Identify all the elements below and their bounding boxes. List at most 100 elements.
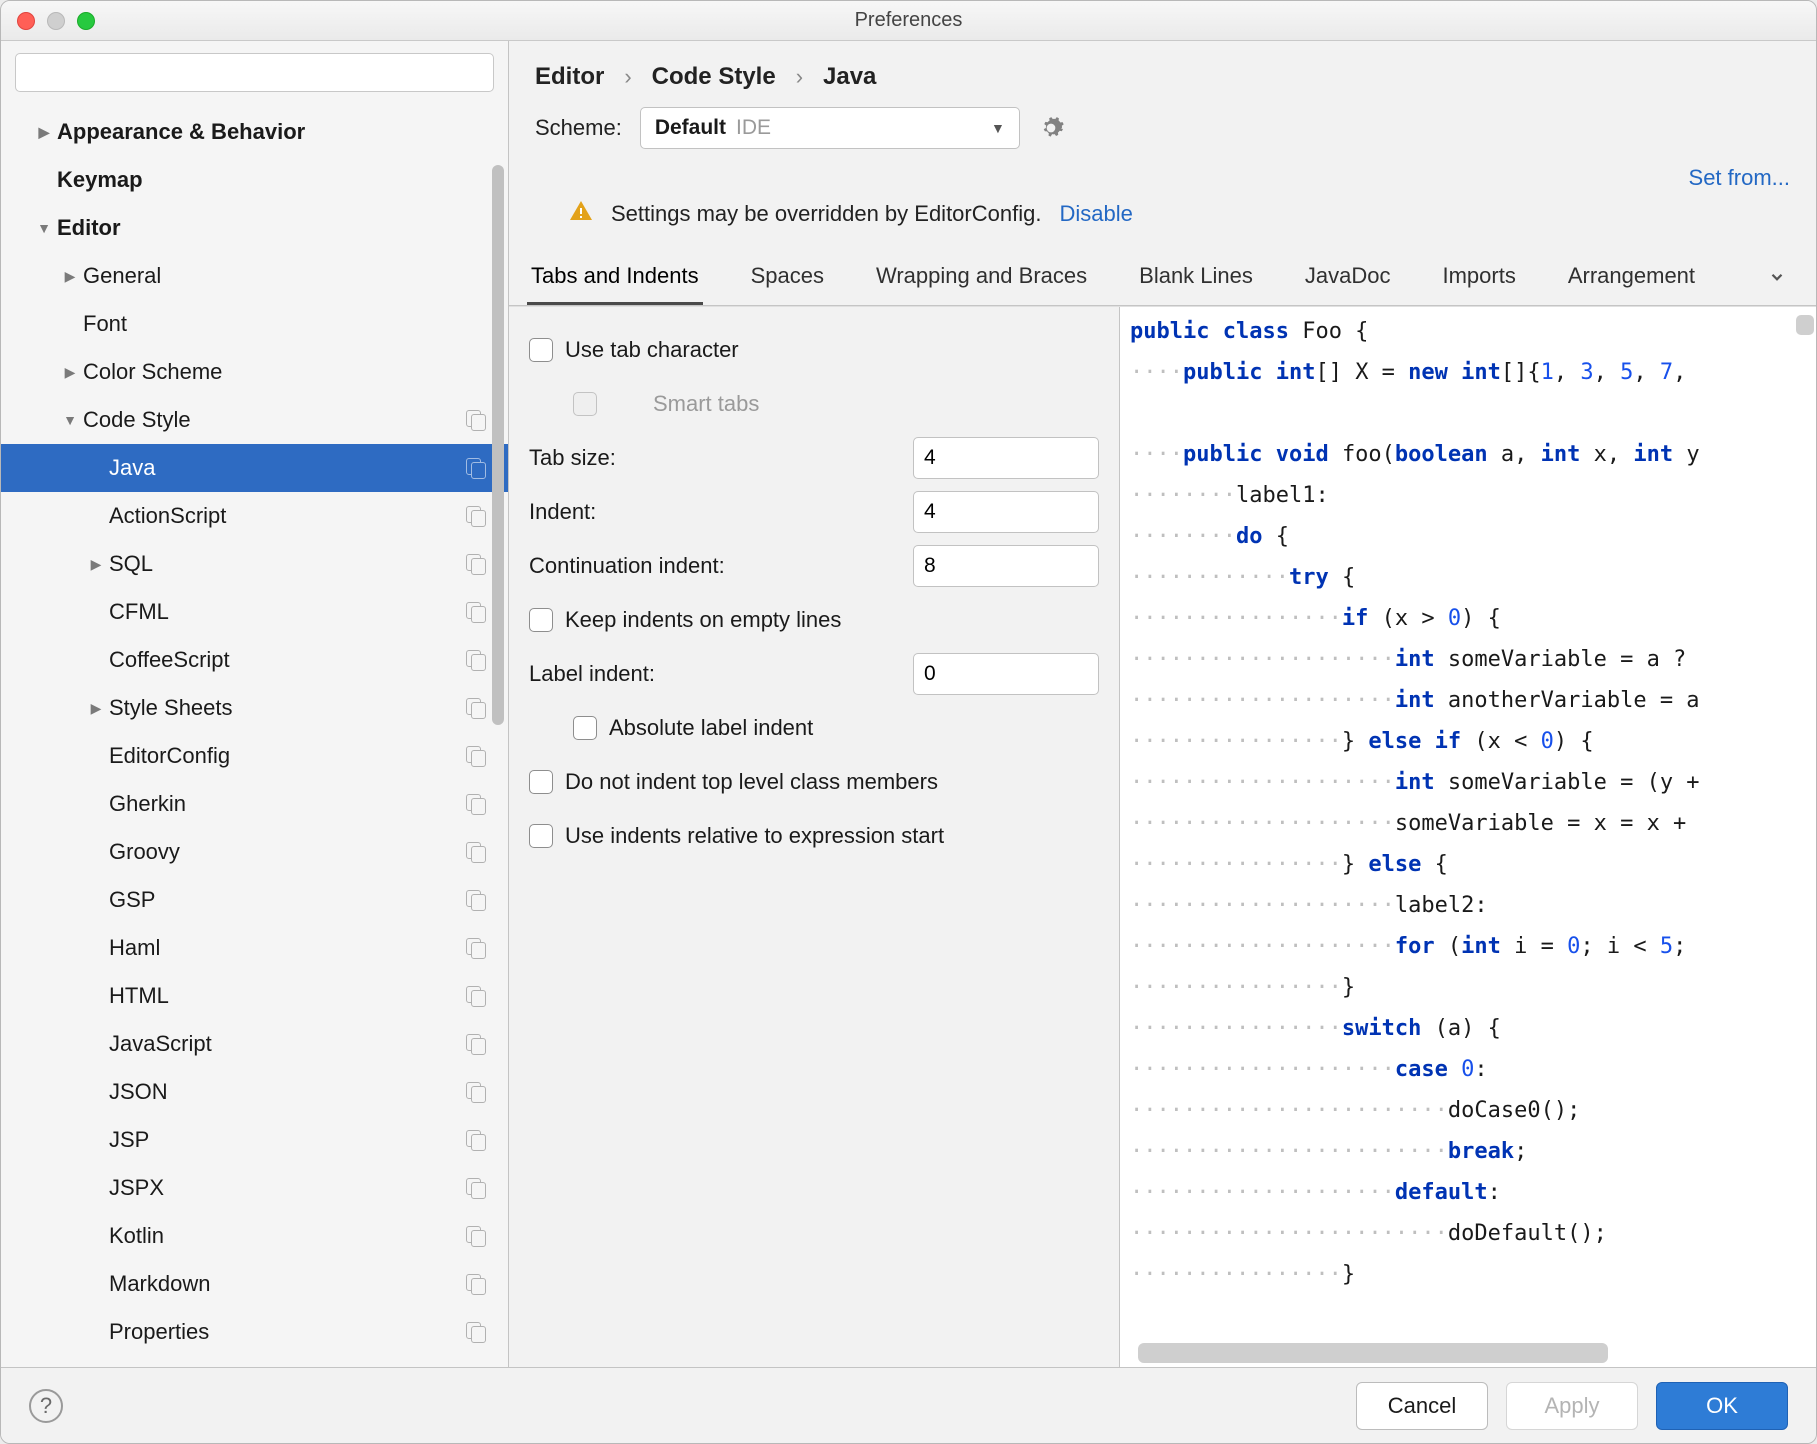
cancel-button[interactable]: Cancel [1356, 1382, 1488, 1430]
sidebar-item-json[interactable]: JSON [1, 1068, 508, 1116]
sidebar-item-javascript[interactable]: JavaScript [1, 1020, 508, 1068]
indent-input[interactable] [913, 491, 1099, 533]
chevron-right-icon: › [796, 64, 803, 90]
sidebar-item-label: Color Scheme [83, 359, 222, 385]
sidebar-item-markdown[interactable]: Markdown [1, 1260, 508, 1308]
sidebar-item-label: Font [83, 311, 127, 337]
sidebar-item-actionscript[interactable]: ActionScript [1, 492, 508, 540]
copy-icon [466, 890, 486, 910]
tab-wrapping-and-braces[interactable]: Wrapping and Braces [872, 249, 1091, 305]
sidebar-item-editor[interactable]: ▼Editor [1, 204, 508, 252]
indents-relative-expression-checkbox[interactable] [529, 824, 553, 848]
warning-disable-link[interactable]: Disable [1059, 201, 1132, 227]
preview-horizontal-scrollbar[interactable] [1138, 1343, 1608, 1363]
use-tab-character-label: Use tab character [565, 337, 1099, 363]
indent-label: Indent: [529, 499, 901, 525]
chevron-down-icon: ▼ [57, 412, 83, 428]
sidebar-item-editorconfig[interactable]: EditorConfig [1, 732, 508, 780]
sidebar-item-label: CoffeeScript [109, 647, 230, 673]
preview-vertical-scrollbar[interactable] [1796, 315, 1814, 335]
sidebar-item-kotlin[interactable]: Kotlin [1, 1212, 508, 1260]
sidebar-item-color-scheme[interactable]: ▶Color Scheme [1, 348, 508, 396]
breadcrumb-item: Code Style [652, 63, 776, 91]
use-tab-character-checkbox[interactable] [529, 338, 553, 362]
smart-tabs-label: Smart tabs [653, 391, 759, 417]
sidebar-item-sql[interactable]: ▶SQL [1, 540, 508, 588]
sidebar-item-jspx[interactable]: JSPX [1, 1164, 508, 1212]
code-style-tabs: Tabs and Indents Spaces Wrapping and Bra… [509, 249, 1816, 306]
absolute-label-indent-checkbox[interactable] [573, 716, 597, 740]
sidebar-item-groovy[interactable]: Groovy [1, 828, 508, 876]
settings-tree: ▶Appearance & BehaviorKeymap▼Editor▶Gene… [1, 104, 508, 1367]
do-not-indent-top-level-checkbox[interactable] [529, 770, 553, 794]
sidebar-item-general[interactable]: ▶General [1, 252, 508, 300]
tab-arrangement[interactable]: Arrangement [1564, 249, 1699, 305]
tab-spaces[interactable]: Spaces [747, 249, 828, 305]
sidebar-item-html[interactable]: HTML [1, 972, 508, 1020]
copy-icon [466, 554, 486, 574]
tabs-overflow-chevron-icon[interactable] [1764, 264, 1790, 290]
sidebar-item-label: Properties [109, 1319, 209, 1345]
warning-icon [569, 199, 593, 229]
sidebar-item-haml[interactable]: Haml [1, 924, 508, 972]
sidebar-item-coffeescript[interactable]: CoffeeScript [1, 636, 508, 684]
gear-icon[interactable] [1038, 115, 1064, 141]
copy-icon [466, 1274, 486, 1294]
sidebar-item-style-sheets[interactable]: ▶Style Sheets [1, 684, 508, 732]
copy-icon [466, 842, 486, 862]
ok-button[interactable]: OK [1656, 1382, 1788, 1430]
apply-button: Apply [1506, 1382, 1638, 1430]
copy-icon [466, 698, 486, 718]
sidebar-item-gherkin[interactable]: Gherkin [1, 780, 508, 828]
chevron-right-icon: ▶ [83, 700, 109, 717]
tab-size-input[interactable] [913, 437, 1099, 479]
help-button[interactable]: ? [29, 1389, 63, 1423]
sidebar-item-label: CFML [109, 599, 169, 625]
tab-blank-lines[interactable]: Blank Lines [1135, 249, 1257, 305]
sidebar-item-cfml[interactable]: CFML [1, 588, 508, 636]
copy-icon [466, 410, 486, 430]
scheme-label: Scheme: [535, 115, 622, 141]
sidebar-item-properties[interactable]: Properties [1, 1308, 508, 1356]
indents-relative-expression-label: Use indents relative to expression start [565, 823, 1099, 849]
continuation-indent-input[interactable] [913, 545, 1099, 587]
chevron-right-icon: ▶ [83, 556, 109, 573]
label-indent-input[interactable] [913, 653, 1099, 695]
sidebar-item-code-style[interactable]: ▼Code Style [1, 396, 508, 444]
sidebar-item-java[interactable]: Java [1, 444, 508, 492]
dialog-footer: ? Cancel Apply OK [1, 1367, 1816, 1443]
window-title: Preferences [1, 9, 1816, 32]
tab-tabs-and-indents[interactable]: Tabs and Indents [527, 249, 703, 305]
sidebar-item-label: General [83, 263, 161, 289]
sidebar-item-label: Groovy [109, 839, 180, 865]
label-indent-label: Label indent: [529, 661, 901, 687]
sidebar-item-font[interactable]: Font [1, 300, 508, 348]
set-from-link[interactable]: Set from... [1689, 165, 1790, 191]
tab-javadoc[interactable]: JavaDoc [1301, 249, 1395, 305]
keep-indents-empty-lines-checkbox[interactable] [529, 608, 553, 632]
sidebar-item-appearance-behavior[interactable]: ▶Appearance & Behavior [1, 108, 508, 156]
sidebar-item-label: ActionScript [109, 503, 226, 529]
copy-icon [466, 650, 486, 670]
sidebar-item-label: JSPX [109, 1175, 164, 1201]
sidebar-item-keymap[interactable]: Keymap [1, 156, 508, 204]
smart-tabs-checkbox [573, 392, 597, 416]
sidebar-item-jsp[interactable]: JSP [1, 1116, 508, 1164]
tab-imports[interactable]: Imports [1438, 249, 1519, 305]
scheme-dropdown[interactable]: Default IDE ▼ [640, 107, 1020, 149]
tabs-and-indents-form: Use tab character Smart tabs Tab size: I… [509, 307, 1120, 1367]
sidebar-item-label: Editor [57, 215, 121, 241]
chevron-right-icon: ▶ [31, 124, 57, 141]
copy-icon [466, 1178, 486, 1198]
sidebar-item-label: Java [109, 455, 155, 481]
chevron-down-icon: ▼ [991, 120, 1005, 136]
do-not-indent-top-level-label: Do not indent top level class members [565, 769, 1099, 795]
warning-text: Settings may be overridden by EditorConf… [611, 201, 1041, 227]
copy-icon [466, 986, 486, 1006]
sidebar-item-label: EditorConfig [109, 743, 230, 769]
sidebar-item-gsp[interactable]: GSP [1, 876, 508, 924]
breadcrumb-item: Java [823, 63, 876, 91]
preferences-search-input[interactable] [15, 53, 494, 92]
copy-icon [466, 746, 486, 766]
sidebar-scrollbar[interactable] [488, 165, 508, 735]
